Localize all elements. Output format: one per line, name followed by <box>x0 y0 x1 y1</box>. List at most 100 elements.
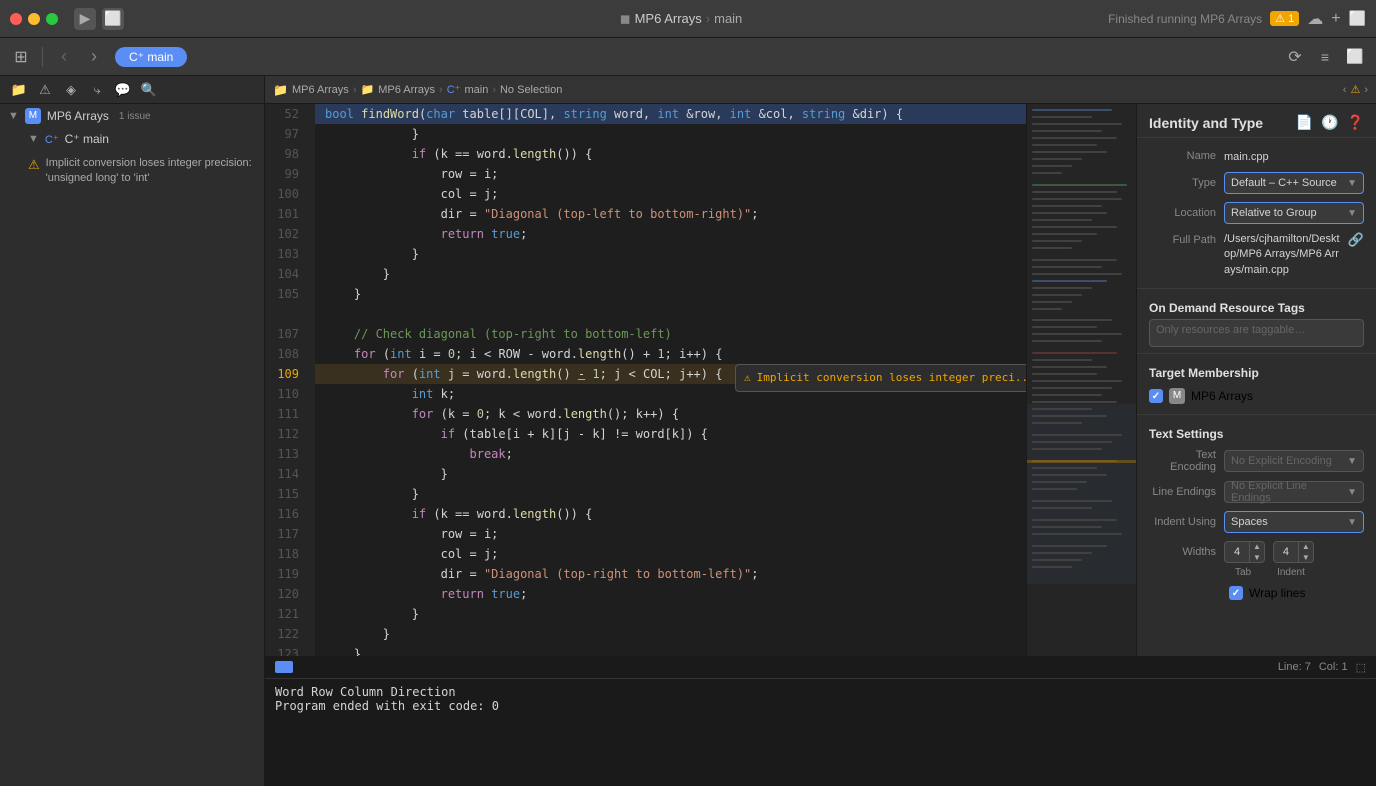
indent-stepper-buttons[interactable]: ▲ ▼ <box>1298 541 1313 563</box>
cpp-file-icon: C⁺ <box>45 133 59 146</box>
name-value: main.cpp <box>1224 151 1269 163</box>
maximize-button[interactable] <box>46 13 58 25</box>
status-right: Line: 7 Col: 1 ⬚ <box>1278 661 1366 674</box>
refresh-button[interactable]: ⟳ <box>1282 44 1308 70</box>
tab-stepper-buttons[interactable]: ▲ ▼ <box>1249 541 1264 563</box>
close-button[interactable] <box>10 13 22 25</box>
code-line-122: } <box>315 624 1026 644</box>
location-value-container[interactable]: Relative to Group ▼ <box>1224 202 1364 224</box>
code-line-112: if (table[i + k][j - k] != word[k]) { <box>315 424 1026 444</box>
breadcrumb-folder-icon: 📁 <box>273 83 288 97</box>
breadcrumb-nav-prev[interactable]: ‹ <box>1343 84 1347 96</box>
line-endings-dropdown[interactable]: No Explicit Line Endings ▼ <box>1224 481 1364 503</box>
code-content[interactable]: bool findWord(char table[][COL], string … <box>315 104 1026 656</box>
code-line-97: } <box>315 124 1026 144</box>
output-line-2: Program ended with exit code: 0 <box>275 699 1366 713</box>
on-demand-input[interactable]: Only resources are taggable… <box>1149 319 1364 347</box>
file-tab-icon[interactable]: 📄 <box>1296 114 1313 131</box>
target-checkbox[interactable]: ✓ <box>1149 389 1163 403</box>
on-demand-section: On Demand Resource Tags Only resources a… <box>1137 288 1376 353</box>
checkbox-check-icon: ✓ <box>1152 391 1160 402</box>
code-line-52: bool findWord(char table[][COL], string … <box>315 104 1026 124</box>
line-numbers: 52 97 98 99 100 101 102 103 104 105 107 … <box>265 104 315 656</box>
active-tab[interactable]: C⁺ main <box>115 47 187 67</box>
breadcrumb-sep2: › <box>439 84 443 96</box>
file-collapse-icon: ▼ <box>28 133 39 145</box>
add-tab-button[interactable]: + <box>1331 10 1340 28</box>
indent-using-dropdown[interactable]: Spaces ▼ <box>1224 511 1364 533</box>
issue-item[interactable]: ⚠ Implicit conversion loses integer prec… <box>0 150 264 193</box>
location-label: Location <box>1149 207 1224 219</box>
fullpath-link-icon[interactable]: 🔗 <box>1348 232 1364 248</box>
sidebar-alert-button[interactable]: ⚠ <box>34 79 56 101</box>
editor-config-icon[interactable]: ⬚ <box>1356 661 1366 674</box>
minimap[interactable] <box>1026 104 1136 656</box>
location-field-row: Location Relative to Group ▼ <box>1149 198 1364 228</box>
indent-using-dropdown-value: Spaces <box>1231 516 1268 528</box>
right-panel-header: Identity and Type 📄 🕐 ❓ <box>1137 104 1376 137</box>
sidebar-git-button[interactable]: ⤷ <box>86 79 108 101</box>
breadcrumb-folder[interactable]: MP6 Arrays <box>378 84 435 96</box>
target-row: ✓ M MP6 Arrays <box>1149 384 1364 408</box>
tab-width-stepper[interactable]: 4 ▲ ▼ <box>1224 541 1265 563</box>
code-line-120: return true; <box>315 584 1026 604</box>
sidebar-project-item[interactable]: ▼ M MP6 Arrays 1 issue <box>0 104 264 128</box>
indent-width-decrement[interactable]: ▼ <box>1299 552 1313 563</box>
indent-width-increment[interactable]: ▲ <box>1299 541 1313 552</box>
sidebar-message-button[interactable]: 💬 <box>112 79 134 101</box>
location-dropdown[interactable]: Relative to Group ▼ <box>1224 202 1364 224</box>
status-bar: Line: 7 Col: 1 ⬚ <box>265 656 1376 678</box>
tab-width-decrement[interactable]: ▼ <box>1250 552 1264 563</box>
code-line-116: if (k == word.length()) { <box>315 504 1026 524</box>
minimize-button[interactable] <box>28 13 40 25</box>
help-tab-icon[interactable]: ❓ <box>1347 114 1364 131</box>
breadcrumb-warning-icon[interactable]: ⚠ <box>1350 83 1360 96</box>
type-dropdown-value: Default – C++ Source <box>1231 177 1337 189</box>
indent-width-value: 4 <box>1274 546 1298 558</box>
encoding-value-container[interactable]: No Explicit Encoding ▼ <box>1224 450 1364 472</box>
target-membership-title: Target Membership <box>1149 360 1364 384</box>
encoding-label: Text Encoding <box>1149 449 1224 473</box>
project-name: MP6 Arrays <box>47 109 109 123</box>
code-line-101: dir = "Diagonal (top-left to bottom-righ… <box>315 204 1026 224</box>
encoding-dropdown[interactable]: No Explicit Encoding ▼ <box>1224 450 1364 472</box>
sidebar-toggle-button[interactable]: ⬜ <box>1349 10 1366 27</box>
breadcrumb-nav-next[interactable]: › <box>1364 84 1368 96</box>
warning-icon: ⚠ <box>28 157 40 173</box>
titlebar-center: ◼ MP6 Arrays › main <box>262 11 1100 27</box>
breadcrumb-file[interactable]: main <box>464 84 488 96</box>
titlebar-right: Finished running MP6 Arrays ⚠ 1 ☁ + ⬜ <box>1108 9 1366 29</box>
sidebar-search-button[interactable]: 🔍 <box>138 79 160 101</box>
toolbar-separator <box>42 47 43 67</box>
nav-back-button[interactable]: ‹ <box>51 44 77 70</box>
panel-button[interactable]: ⬜ <box>1342 44 1368 70</box>
list-view-button[interactable]: ≡ <box>1312 44 1338 70</box>
nav-fwd-button[interactable]: › <box>81 44 107 70</box>
output-pane: Word Row Column Direction Program ended … <box>265 678 1376 786</box>
wrap-lines-checkbox[interactable]: ✓ <box>1229 586 1243 600</box>
breadcrumb-sep3: › <box>492 84 496 96</box>
indent-using-value-container[interactable]: Spaces ▼ <box>1224 511 1364 533</box>
sidebar-folder-button[interactable]: 📁 <box>8 79 30 101</box>
type-field-row: Type Default – C++ Source ▼ <box>1149 168 1364 198</box>
code-line-118: col = j; <box>315 544 1026 564</box>
tab-width-increment[interactable]: ▲ <box>1250 541 1264 552</box>
line-endings-value-container[interactable]: No Explicit Line Endings ▼ <box>1224 481 1364 503</box>
encoding-field-row: Text Encoding No Explicit Encoding ▼ <box>1149 445 1364 477</box>
output-content[interactable]: Word Row Column Direction Program ended … <box>265 679 1376 786</box>
code-editor[interactable]: 52 97 98 99 100 101 102 103 104 105 107 … <box>265 104 1136 656</box>
run-button[interactable]: ▶ <box>74 8 96 30</box>
breadcrumb-project[interactable]: MP6 Arrays <box>292 84 349 96</box>
indent-width-stepper[interactable]: 4 ▲ ▼ <box>1273 541 1314 563</box>
type-dropdown[interactable]: Default – C++ Source ▼ <box>1224 172 1364 194</box>
sidebar-file-item[interactable]: ▼ C⁺ C⁺ main <box>0 128 264 150</box>
code-line-100: col = j; <box>315 184 1026 204</box>
indent-using-field-row: Indent Using Spaces ▼ <box>1149 507 1364 537</box>
grid-view-button[interactable]: ⊞ <box>8 44 34 70</box>
sidebar-diamond-button[interactable]: ◈ <box>60 79 82 101</box>
sidebar-toolbar: 📁 ⚠ ◈ ⤷ 💬 🔍 <box>0 76 264 104</box>
wrap-lines-label: Wrap lines <box>1249 586 1305 600</box>
type-value-container[interactable]: Default – C++ Source ▼ <box>1224 172 1364 194</box>
clock-tab-icon[interactable]: 🕐 <box>1321 114 1338 131</box>
window-toggle-button[interactable]: ⬜ <box>102 8 124 30</box>
